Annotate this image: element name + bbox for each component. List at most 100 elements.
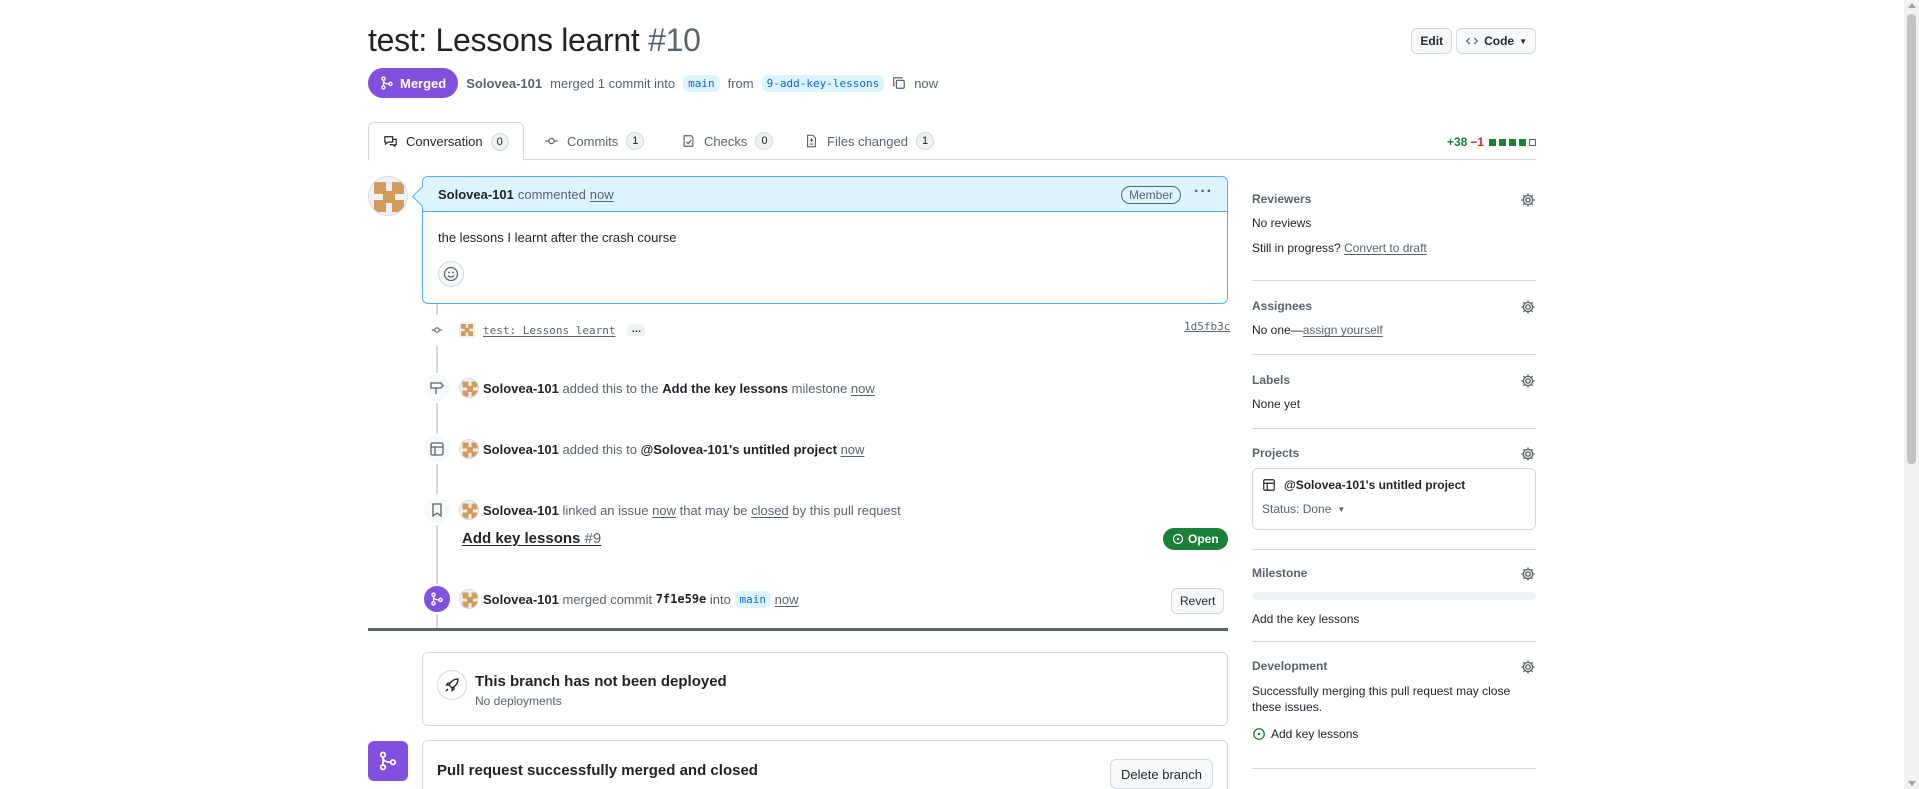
- sidebar-heading: Milestone: [1252, 566, 1308, 580]
- issue-opened-icon: [1253, 728, 1265, 740]
- comment-discussion-icon: [384, 135, 397, 148]
- timeline-merge-event: Solovea-101 merged commit 7f1e59e into m…: [422, 584, 798, 614]
- sidebar-reviewers: Reviewers No reviews Still in progress? …: [1252, 192, 1536, 255]
- avatar[interactable]: [459, 589, 479, 609]
- comment-action: commented: [517, 186, 586, 202]
- scroll-down-arrow-icon[interactable]: [1908, 781, 1916, 786]
- gear-icon[interactable]: [1520, 373, 1536, 389]
- tab-label: Commits: [567, 133, 619, 149]
- gear-icon[interactable]: [1520, 566, 1536, 582]
- revert-button[interactable]: Revert: [1171, 588, 1225, 614]
- milestone-link[interactable]: Add the key lessons: [662, 381, 788, 396]
- event-time[interactable]: now: [775, 592, 799, 607]
- head-branch[interactable]: 9-add-key-lessons: [761, 74, 885, 92]
- delete-branch-label: Delete branch: [1121, 766, 1202, 782]
- avatar[interactable]: [459, 500, 479, 520]
- pr-number: #10: [648, 22, 701, 58]
- milestone-progress-bar: [1252, 592, 1536, 600]
- event-time[interactable]: now: [841, 442, 865, 457]
- issue-state-badge: Open: [1163, 528, 1228, 550]
- commit-message-link[interactable]: test: Lessons learnt: [483, 324, 615, 337]
- edit-button[interactable]: Edit: [1411, 28, 1453, 54]
- pr-author-link[interactable]: Solovea-101: [466, 76, 542, 91]
- event-time[interactable]: now: [851, 381, 875, 396]
- expand-commit-button[interactable]: …: [627, 324, 646, 336]
- tab-label: Conversation: [406, 134, 483, 149]
- tab-conversation[interactable]: Conversation 0: [368, 122, 524, 161]
- diffstat-block: [1529, 138, 1536, 146]
- assign-yourself-link[interactable]: assign yourself: [1303, 323, 1383, 337]
- event-author[interactable]: Solovea-101: [483, 503, 559, 518]
- timeline-end-divider: [368, 628, 1228, 631]
- closed-keyword-link[interactable]: closed: [751, 503, 789, 518]
- merge-icon: [381, 76, 393, 90]
- milestone-name-link[interactable]: Add the key lessons: [1252, 612, 1536, 626]
- comment-author[interactable]: Solovea-101: [438, 187, 514, 202]
- page-title: test: Lessons learnt #10: [368, 22, 1536, 59]
- issue-opened-icon: [1172, 533, 1184, 545]
- scrollbar-thumb[interactable]: [1907, 14, 1916, 464]
- opening-comment: Solovea-101 commented now Member ··· the…: [422, 176, 1228, 304]
- table-icon: [422, 434, 452, 464]
- project-name: @Solovea-101's untitled project: [1284, 478, 1466, 492]
- pr-time: now: [914, 75, 939, 91]
- event-time[interactable]: now: [652, 503, 676, 518]
- sidebar-development: Development Successfully merging this pu…: [1252, 659, 1536, 741]
- event-author[interactable]: Solovea-101: [483, 592, 559, 607]
- smiley-icon: [443, 266, 459, 282]
- tab-checks[interactable]: Checks 0: [667, 122, 787, 160]
- assignees-prefix: No one—: [1252, 323, 1303, 337]
- base-branch[interactable]: main: [683, 74, 720, 92]
- development-issue-link[interactable]: Add key lessons: [1252, 727, 1536, 741]
- bookmark-icon: [422, 495, 452, 525]
- copy-icon[interactable]: [892, 76, 906, 90]
- meta-text: merged 1 commit into: [550, 75, 676, 91]
- merge-target-branch[interactable]: main: [734, 590, 771, 608]
- sidebar-divider: [1252, 354, 1536, 355]
- tab-files-changed[interactable]: Files changed 1: [790, 122, 948, 160]
- state-label: Merged: [400, 75, 447, 91]
- merge-commit-sha[interactable]: 7f1e59e: [656, 592, 707, 606]
- comment-time[interactable]: now: [590, 187, 614, 202]
- development-text: Successfully merging this pull request m…: [1252, 684, 1511, 714]
- event-author[interactable]: Solovea-101: [483, 381, 559, 396]
- timeline-project-event: Solovea-101 added this to @Solovea-101's…: [422, 434, 864, 464]
- event-author[interactable]: Solovea-101: [483, 442, 559, 457]
- add-reaction-button[interactable]: [438, 261, 464, 287]
- gear-icon[interactable]: [1520, 192, 1536, 208]
- gear-icon[interactable]: [1520, 446, 1536, 462]
- project-card: @Solovea-101's untitled project Status: …: [1252, 468, 1536, 530]
- avatar[interactable]: [459, 378, 479, 398]
- development-issue-title: Add key lessons: [1271, 727, 1359, 741]
- convert-to-draft-link[interactable]: Convert to draft: [1344, 241, 1427, 255]
- scroll-up-arrow-icon[interactable]: [1908, 3, 1916, 8]
- draft-line: Still in progress? Convert to draft: [1252, 241, 1536, 255]
- project-name-row[interactable]: @Solovea-101's untitled project: [1262, 478, 1526, 492]
- gear-icon[interactable]: [1520, 659, 1536, 675]
- project-link[interactable]: @Solovea-101's untitled project: [641, 442, 837, 457]
- event-text: linked an issue: [562, 502, 649, 518]
- sidebar-divider: [1252, 280, 1536, 281]
- project-status-dropdown[interactable]: Status: Done ▼: [1262, 502, 1526, 516]
- pr-meta: Merged Solovea-101 merged 1 commit into …: [368, 68, 938, 98]
- kebab-menu-icon[interactable]: ···: [1194, 183, 1213, 201]
- commit-sha-link[interactable]: 1d5fb3c: [1184, 320, 1230, 333]
- pr-tabs: Conversation 0 Commits 1 Checks 0 Files …: [368, 122, 1536, 161]
- sidebar-projects: Projects @Solovea-101's untitled project…: [1252, 446, 1536, 530]
- code-button[interactable]: Code ▼: [1456, 28, 1536, 54]
- revert-label: Revert: [1180, 594, 1216, 608]
- event-text: added this to: [562, 441, 637, 457]
- tab-counter: 0: [490, 132, 509, 151]
- linked-issue-link[interactable]: Add key lessons #9: [462, 530, 601, 547]
- vertical-scrollbar[interactable]: [1904, 0, 1919, 789]
- gear-icon[interactable]: [1520, 299, 1536, 315]
- avatar[interactable]: [459, 322, 475, 338]
- assignees-value: No one—assign yourself: [1252, 323, 1536, 337]
- avatar[interactable]: [368, 176, 408, 216]
- delete-branch-button[interactable]: Delete branch: [1110, 759, 1213, 789]
- tab-commits[interactable]: Commits 1: [530, 122, 658, 160]
- sidebar-heading: Reviewers: [1252, 192, 1312, 206]
- diffstat-block: [1509, 138, 1516, 146]
- labels-value: None yet: [1252, 397, 1301, 411]
- avatar[interactable]: [459, 439, 479, 459]
